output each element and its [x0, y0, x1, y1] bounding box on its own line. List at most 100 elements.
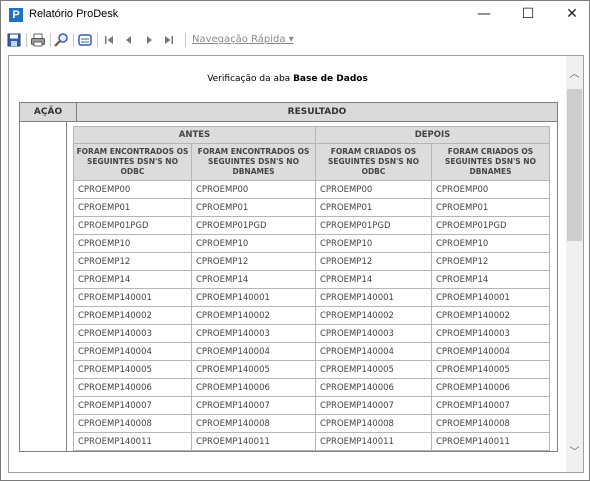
- table-cell: CPROEMP12: [190, 252, 316, 271]
- window-title: Relatório ProDesk: [29, 8, 119, 20]
- save-icon[interactable]: [6, 32, 22, 48]
- table-cell: CPROEMP140008: [314, 414, 432, 433]
- table-cell: CPROEMP140008: [72, 414, 192, 433]
- find-icon[interactable]: [53, 32, 69, 48]
- table-cell: CPROEMP10: [430, 234, 551, 253]
- minimize-button[interactable]: —: [465, 1, 503, 29]
- table-row: CPROEMP10 CPROEMP10 CPROEMP10 CPROEMP10: [72, 234, 551, 253]
- table-cell: CPROEMP140002: [72, 306, 192, 325]
- table-cell: CPROEMP01PGD: [314, 216, 432, 235]
- table-cell: CPROEMP140005: [190, 360, 316, 379]
- column-header-depois-odbc: FORAM CRIADOS OS SEGUINTES DSN'S NO ODBC: [314, 143, 432, 181]
- maximize-button[interactable]: ☐: [509, 1, 547, 29]
- scroll-down-icon[interactable]: ﹀: [566, 444, 583, 461]
- print-setup-icon[interactable]: [77, 32, 93, 48]
- report-heading: Verificação da aba Base de Dados: [9, 74, 566, 84]
- resultado-column-header: RESULTADO: [287, 107, 347, 117]
- table-row: CPROEMP01PGD CPROEMP01PGD CPROEMP01PGD CPRO…: [72, 216, 551, 235]
- acao-cell: [20, 122, 67, 451]
- report-table-body: ANTES DEPOIS FORAM ENCONTRADOS OS SEGUIN…: [20, 122, 557, 451]
- table-cell: CPROEMP00: [72, 180, 192, 199]
- table-cell: CPROEMP140005: [314, 360, 432, 379]
- toolbar-separator: [185, 33, 186, 47]
- table-cell: CPROEMP140001: [314, 288, 432, 307]
- table-row: CPROEMP140005 CPROEMP140005 CPROEMP140005 C…: [72, 360, 551, 379]
- toolbar-separator: [26, 33, 27, 47]
- first-page-icon[interactable]: [101, 32, 117, 48]
- table-cell: CPROEMP140001: [190, 288, 316, 307]
- table-cell: CPROEMP140011: [430, 432, 551, 451]
- table-cell: CPROEMP140004: [314, 342, 432, 361]
- table-cell: CPROEMP140004: [430, 342, 551, 361]
- table-cell: CPROEMP01: [314, 198, 432, 217]
- resultado-cell: ANTES DEPOIS FORAM ENCONTRADOS OS SEGUIN…: [67, 122, 557, 451]
- table-cell: CPROEMP140002: [190, 306, 316, 325]
- column-header-depois-dbnames: FORAM CRIADOS OS SEGUINTES DSN'S NO DBNA…: [430, 143, 551, 181]
- column-header-antes-dbnames: FORAM ENCONTRADOS OS SEGUINTES DSN'S NO …: [190, 143, 316, 181]
- table-cell: CPROEMP01: [72, 198, 192, 217]
- toolbar-separator: [50, 33, 51, 47]
- group-header-depois: DEPOIS: [314, 126, 551, 144]
- table-cell: CPROEMP12: [430, 252, 551, 271]
- table-cell: CPROEMP140006: [72, 378, 192, 397]
- table-cell: CPROEMP140011: [314, 432, 432, 451]
- table-cell: CPROEMP140007: [314, 396, 432, 415]
- table-cell: CPROEMP140004: [72, 342, 192, 361]
- table-cell: CPROEMP140001: [72, 288, 192, 307]
- table-cell: CPROEMP140007: [430, 396, 551, 415]
- table-cell: CPROEMP14: [72, 270, 192, 289]
- scroll-up-icon[interactable]: ︿: [566, 66, 583, 83]
- table-cell: CPROEMP12: [72, 252, 192, 271]
- table-cell: CPROEMP01PGD: [72, 216, 192, 235]
- table-cell: CPROEMP01: [430, 198, 551, 217]
- report-viewer: Verificação da aba Base de Dados AÇÃO RE…: [8, 55, 584, 473]
- table-cell: CPROEMP01: [190, 198, 316, 217]
- table-cell: CPROEMP140007: [72, 396, 192, 415]
- dsn-table: ANTES DEPOIS FORAM ENCONTRADOS OS SEGUIN…: [72, 126, 551, 451]
- report-table-header: AÇÃO RESULTADO: [20, 103, 557, 122]
- table-cell: CPROEMP140002: [314, 306, 432, 325]
- table-cell: CPROEMP140003: [72, 324, 192, 343]
- dsn-table-body: CPROEMP00 CPROEMP00 CPROEMP00 CPROEMP00 CPRO…: [72, 180, 551, 451]
- table-cell: CPROEMP10: [314, 234, 432, 253]
- quick-navigation-dropdown[interactable]: Navegação Rápida ▾: [192, 34, 294, 45]
- table-cell: CPROEMP12: [314, 252, 432, 271]
- table-cell: CPROEMP14: [314, 270, 432, 289]
- table-cell: CPROEMP14: [430, 270, 551, 289]
- table-cell: CPROEMP140008: [190, 414, 316, 433]
- table-cell: CPROEMP140011: [190, 432, 316, 451]
- app-logo-icon: P: [9, 8, 23, 22]
- previous-page-icon[interactable]: [121, 32, 137, 48]
- toolbar: Navegação Rápida ▾: [1, 29, 589, 51]
- table-row: CPROEMP00 CPROEMP00 CPROEMP00 CPROEMP00: [72, 180, 551, 199]
- table-cell: CPROEMP140004: [190, 342, 316, 361]
- table-cell: CPROEMP140006: [190, 378, 316, 397]
- scrollbar-thumb[interactable]: [567, 89, 582, 241]
- column-header-antes-odbc: FORAM ENCONTRADOS OS SEGUINTES DSN'S NO …: [72, 143, 192, 181]
- table-row: CPROEMP14 CPROEMP14 CPROEMP14 CPROEMP14: [72, 270, 551, 289]
- table-cell: CPROEMP00: [190, 180, 316, 199]
- table-cell: CPROEMP140006: [314, 378, 432, 397]
- table-cell: CPROEMP140005: [72, 360, 192, 379]
- table-cell: CPROEMP140011: [72, 432, 192, 451]
- table-row: CPROEMP140011 CPROEMP140011 CPROEMP140011 C…: [72, 432, 551, 451]
- table-cell: CPROEMP140003: [190, 324, 316, 343]
- next-page-icon[interactable]: [141, 32, 157, 48]
- report-window: P Relatório ProDesk — ☐ ✕ Navegação Rápi…: [0, 0, 590, 481]
- table-row: CPROEMP140003 CPROEMP140003 CPROEMP140003 C…: [72, 324, 551, 343]
- print-icon[interactable]: [30, 32, 46, 48]
- table-row: CPROEMP140002 CPROEMP140002 CPROEMP140002 C…: [72, 306, 551, 325]
- table-cell: CPROEMP01PGD: [190, 216, 316, 235]
- table-row: CPROEMP140006 CPROEMP140006 CPROEMP140006 C…: [72, 378, 551, 397]
- table-cell: CPROEMP14: [190, 270, 316, 289]
- group-header-antes: ANTES: [72, 126, 316, 144]
- table-cell: CPROEMP140008: [430, 414, 551, 433]
- table-cell: CPROEMP140005: [430, 360, 551, 379]
- last-page-icon[interactable]: [161, 32, 177, 48]
- table-cell: CPROEMP00: [430, 180, 551, 199]
- close-button[interactable]: ✕: [553, 1, 589, 29]
- table-cell: CPROEMP10: [72, 234, 192, 253]
- table-row: CPROEMP140004 CPROEMP140004 CPROEMP140004 C…: [72, 342, 551, 361]
- table-cell: CPROEMP140002: [430, 306, 551, 325]
- vertical-scrollbar[interactable]: ︿ ﹀: [566, 56, 583, 472]
